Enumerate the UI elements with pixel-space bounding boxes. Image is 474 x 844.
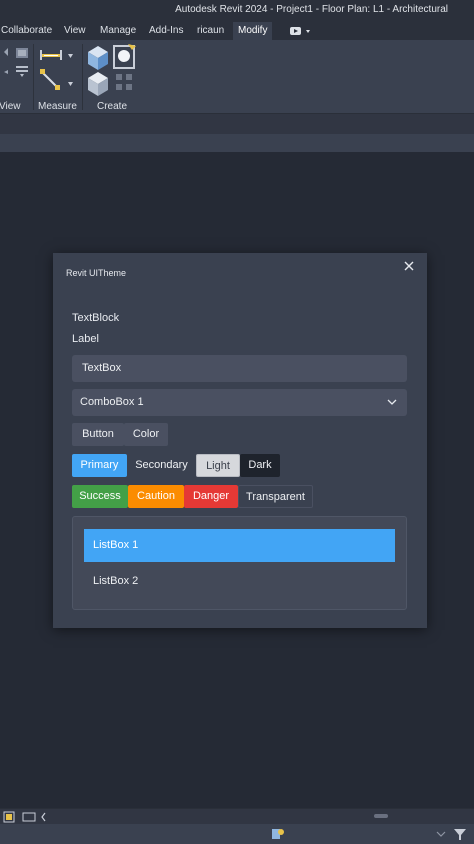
panel-label-view: View xyxy=(0,101,21,112)
view-controls-icon[interactable] xyxy=(3,810,49,824)
success-button[interactable]: Success xyxy=(72,485,128,508)
ribbon-separator xyxy=(82,44,83,110)
tab-ricaun[interactable]: ricaun xyxy=(192,22,229,40)
textblock: TextBlock xyxy=(72,312,120,324)
chevron-down-icon xyxy=(387,399,397,405)
video-icon[interactable] xyxy=(286,26,312,36)
textbox-input[interactable]: TextBox xyxy=(72,355,407,382)
properties-bar xyxy=(0,134,474,152)
window-title: Autodesk Revit 2024 - Project1 - Floor P… xyxy=(175,4,448,15)
listbox: ListBox 1 ListBox 2 xyxy=(72,516,407,610)
revit-uitheme-dialog: Revit UITheme TextBlock Label TextBox Co… xyxy=(53,253,427,628)
secondary-button[interactable]: Secondary xyxy=(127,454,196,477)
status-bar xyxy=(0,824,474,844)
close-icon[interactable] xyxy=(401,258,417,274)
list-item[interactable]: ListBox 2 xyxy=(84,565,395,598)
view-tools-icon[interactable] xyxy=(0,44,32,88)
create-component-icon[interactable] xyxy=(84,42,140,98)
ribbon-separator xyxy=(33,44,34,110)
tab-manage[interactable]: Manage xyxy=(95,22,141,40)
dark-button[interactable]: Dark xyxy=(240,454,280,477)
danger-button[interactable]: Danger xyxy=(184,485,238,508)
primary-button[interactable]: Primary xyxy=(72,454,127,477)
tab-add-ins[interactable]: Add-Ins xyxy=(144,22,188,40)
horizontal-scrollbar[interactable] xyxy=(374,814,388,818)
measure-icon[interactable] xyxy=(38,46,78,98)
label: Label xyxy=(72,333,99,345)
filter-icon[interactable] xyxy=(452,827,468,841)
caution-button[interactable]: Caution xyxy=(128,485,184,508)
tab-modify[interactable]: Modify xyxy=(233,22,273,40)
combobox[interactable]: ComboBox 1 xyxy=(72,389,407,416)
ribbon-tabs: Collaborate View Manage Add-Ins ricaun M… xyxy=(0,22,474,40)
combobox-value: ComboBox 1 xyxy=(80,396,144,408)
panel-label-create: Create xyxy=(97,101,128,112)
panel-label-measure: Measure xyxy=(38,101,77,112)
worksharing-icon[interactable] xyxy=(270,827,286,841)
button-button[interactable]: Button xyxy=(72,423,124,446)
ribbon-panel: Measure Create View xyxy=(0,40,474,114)
tab-view[interactable]: View xyxy=(59,22,91,40)
dialog-title: Revit UITheme xyxy=(66,268,127,278)
options-bar xyxy=(0,114,474,134)
title-bar: Autodesk Revit 2024 - Project1 - Floor P… xyxy=(0,0,474,22)
transparent-button[interactable]: Transparent xyxy=(238,485,313,508)
tab-collaborate[interactable]: Collaborate xyxy=(0,22,57,40)
list-item[interactable]: ListBox 1 xyxy=(84,529,395,562)
view-control-bar xyxy=(0,808,474,824)
chevron-down-icon[interactable] xyxy=(436,830,446,838)
light-button[interactable]: Light xyxy=(196,454,240,477)
color-button[interactable]: Color xyxy=(124,423,168,446)
